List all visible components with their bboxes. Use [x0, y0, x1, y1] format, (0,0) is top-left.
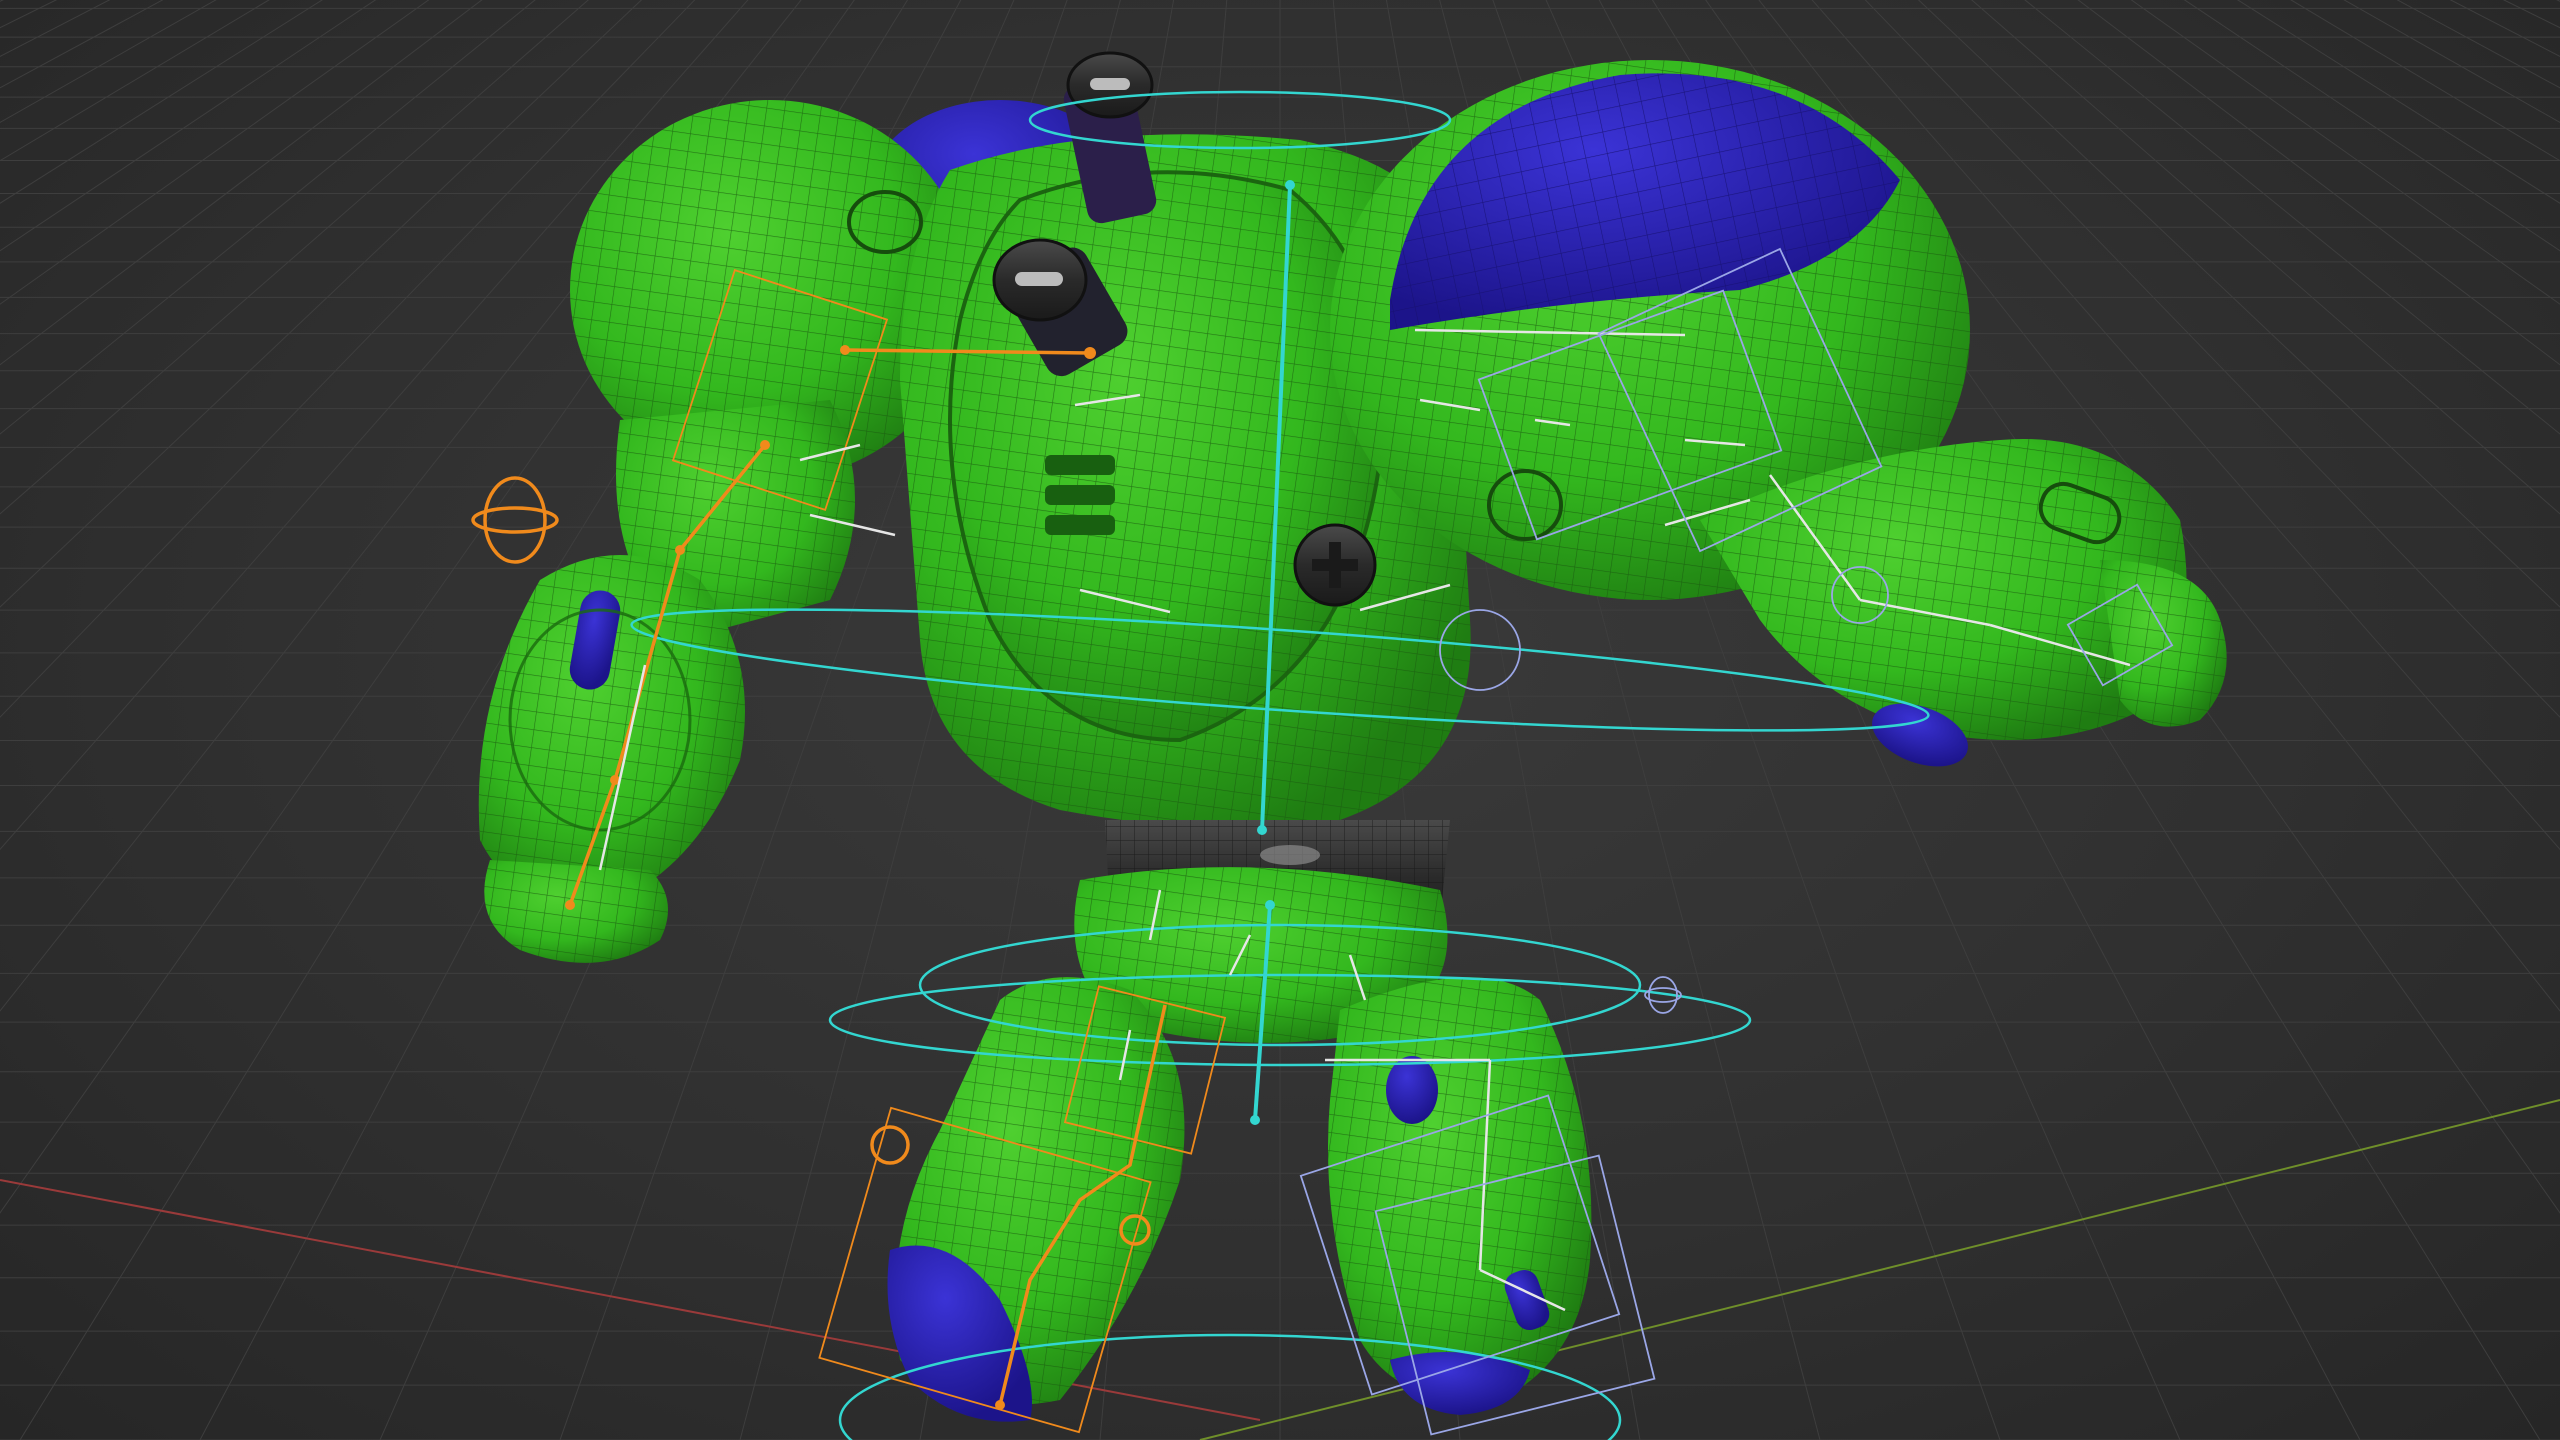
viewport-canvas[interactable] [0, 0, 2560, 1440]
3d-viewport[interactable] [0, 0, 2560, 1440]
robot-mesh[interactable] [478, 51, 2227, 1422]
left-elbow-pole-target [483, 476, 547, 564]
right-knee-cap [1386, 1056, 1438, 1124]
chest-screw [1293, 523, 1377, 607]
left-forearm[interactable] [478, 555, 745, 904]
left-leg[interactable] [887, 977, 1185, 1422]
left-hand[interactable] [484, 860, 668, 963]
chest-vent-3 [1045, 515, 1115, 535]
chest-vent-2 [1045, 485, 1115, 505]
chest-vent-1 [1045, 455, 1115, 475]
